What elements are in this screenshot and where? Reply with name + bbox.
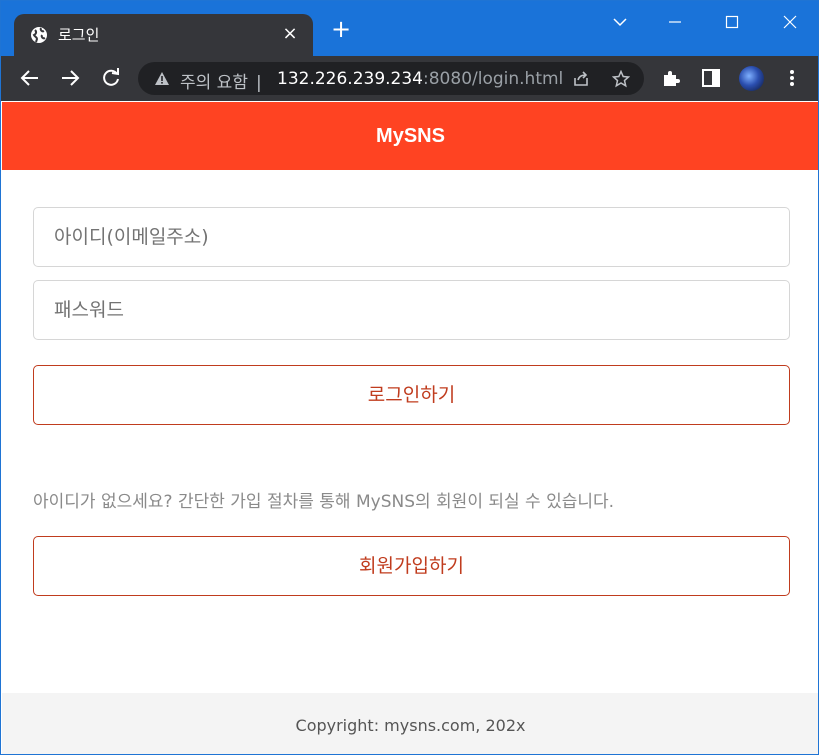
id-input[interactable] bbox=[33, 207, 790, 267]
url-text[interactable]: 132.226.239.234:8080/login.html bbox=[277, 69, 563, 89]
browser-tab[interactable]: 로그인 × bbox=[14, 14, 313, 56]
close-window-icon[interactable] bbox=[776, 11, 804, 33]
tab-title: 로그인 bbox=[58, 26, 100, 44]
signup-button[interactable]: 회원가입하기 bbox=[33, 536, 790, 596]
side-panel-icon[interactable] bbox=[701, 68, 721, 88]
bookmark-star-icon[interactable] bbox=[612, 70, 630, 88]
title-bar: 로그인 × + bbox=[1, 1, 818, 56]
footer-copyright: Copyright: mysns.com, 202x bbox=[2, 693, 818, 754]
share-icon[interactable] bbox=[572, 70, 590, 88]
menu-dots-icon[interactable] bbox=[782, 68, 802, 88]
maximize-icon[interactable] bbox=[718, 11, 746, 33]
signup-prompt: 아이디가 없으세요? 간단한 가입 절차를 통해 MySNS의 회원이 되실 수… bbox=[33, 492, 615, 512]
globe-icon bbox=[31, 27, 47, 43]
browser-window: 로그인 × + 주의 요함 | 132.226.239.234:8080/log… bbox=[0, 0, 819, 755]
forward-arrow-icon[interactable] bbox=[59, 67, 81, 89]
profile-avatar[interactable] bbox=[739, 66, 764, 91]
tab-close-icon[interactable]: × bbox=[281, 23, 299, 44]
minimize-icon[interactable] bbox=[661, 11, 689, 33]
browser-toolbar: 주의 요함 | 132.226.239.234:8080/login.html bbox=[1, 56, 818, 101]
tab-search-icon[interactable] bbox=[606, 11, 634, 33]
login-button[interactable]: 로그인하기 bbox=[33, 365, 790, 425]
security-label[interactable]: 주의 요함 | bbox=[180, 68, 262, 93]
new-tab-button[interactable]: + bbox=[329, 17, 353, 42]
password-input[interactable] bbox=[33, 280, 790, 340]
back-arrow-icon[interactable] bbox=[19, 67, 41, 89]
address-bar[interactable]: 주의 요함 | 132.226.239.234:8080/login.html bbox=[138, 62, 644, 95]
warning-icon[interactable] bbox=[154, 71, 170, 86]
site-header: MySNS bbox=[2, 102, 818, 170]
extensions-icon[interactable] bbox=[661, 68, 681, 88]
reload-icon[interactable] bbox=[100, 67, 122, 89]
